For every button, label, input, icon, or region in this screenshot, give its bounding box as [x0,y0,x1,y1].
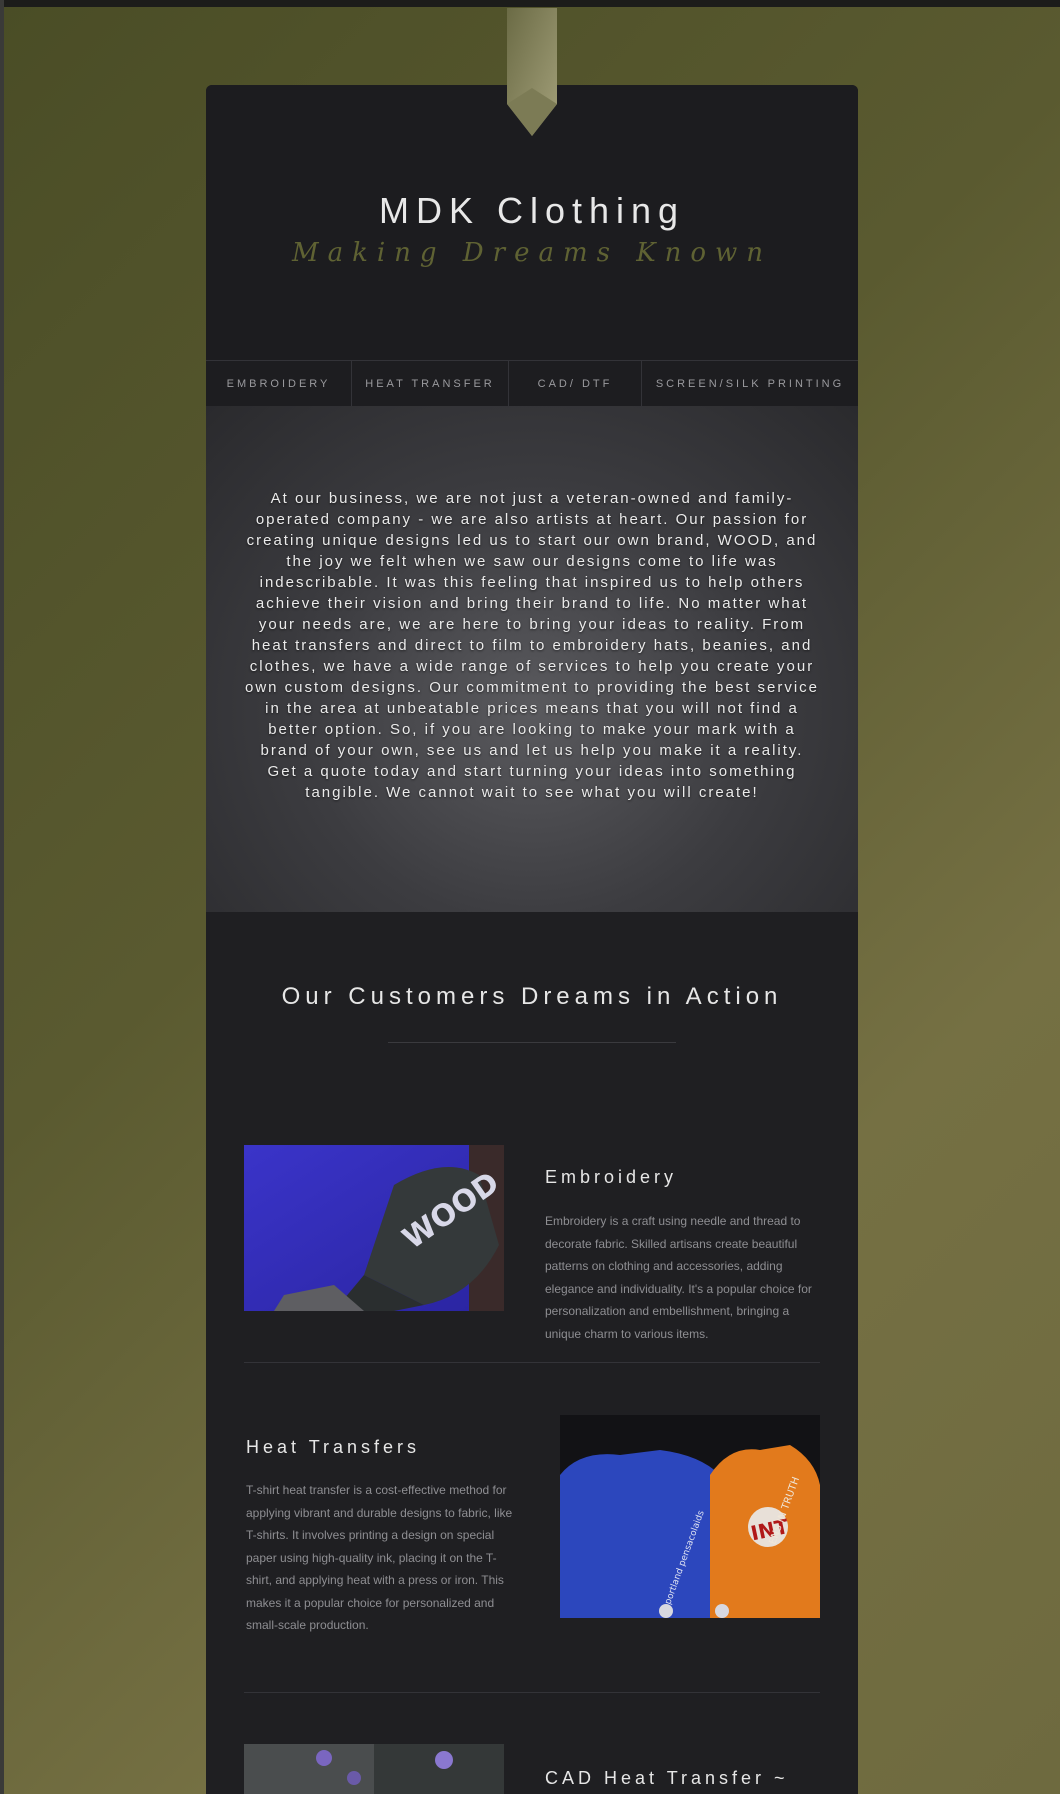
embroidery-title: Embroidery [545,1167,678,1187]
nav-item-embroidery[interactable]: EMBROIDERY [206,361,352,407]
heat-transfers-description: T-shirt heat transfer is a cost-effectiv… [246,1483,513,1632]
heat-transfers-title: Heat Transfers [246,1437,421,1457]
section-divider [388,1042,676,1043]
feature-divider [244,1692,820,1693]
top-bar [0,0,1060,7]
hero-section: At our business, we are not just a veter… [206,406,858,912]
left-edge [0,0,4,1794]
heat-transfers-image: INT ENS IN TRUTH portland pensacolaids [560,1415,820,1618]
nav-item-screen-printing[interactable]: SCREEN/SILK PRINTING [642,361,858,407]
hero-text: At our business, we are not just a veter… [244,490,820,801]
site-tagline: Making Dreams Known [291,238,773,268]
content-card: MDK Clothing Making Dreams Known EMBROID… [206,85,858,1794]
nav-item-cad-dtf[interactable]: CAD/ DTF [509,361,642,407]
embroidery-image: WOOD [244,1145,504,1311]
section-title: Our Customers Dreams in Action [281,983,783,1010]
cad-heat-transfer-image [244,1744,504,1794]
embroidery-description: Embroidery is a craft using needle and t… [545,1214,812,1341]
cad-heat-transfer-title: CAD Heat Transfer ~ [545,1768,789,1788]
nav-item-heat-transfer[interactable]: HEAT TRANSFER [352,361,509,407]
bookmark-ribbon-icon [507,8,557,136]
feature-divider [244,1362,820,1363]
main-nav: EMBROIDERY HEAT TRANSFER CAD/ DTF SCREEN… [206,360,858,407]
site-title[interactable]: MDK Clothing [206,190,858,232]
